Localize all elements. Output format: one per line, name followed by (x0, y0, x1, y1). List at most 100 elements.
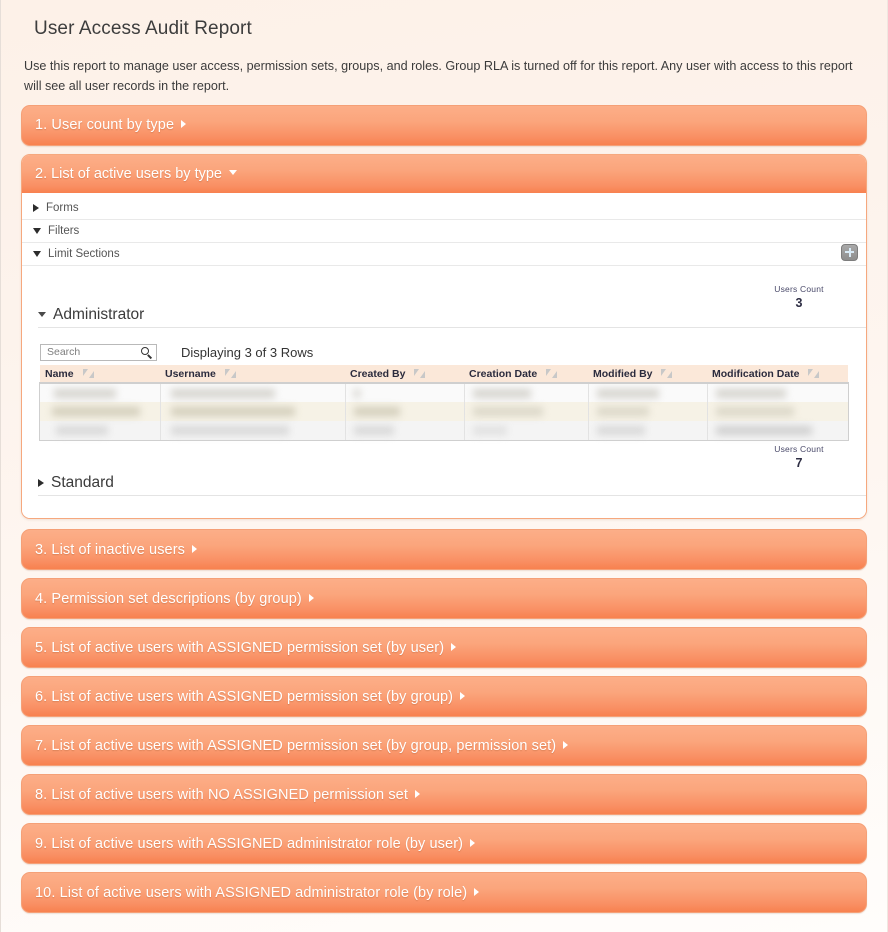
chevron-right-icon (308, 593, 314, 602)
section-label-9: 9. List of active users with ASSIGNED ad… (35, 835, 464, 852)
panel-spacer (22, 496, 866, 518)
accordion-row-limit-sections[interactable]: Limit Sections (22, 243, 866, 266)
table-cell-redacted (40, 402, 161, 422)
table-cell-redacted (464, 421, 589, 441)
section-bar-7[interactable]: 7. List of active users with ASSIGNED pe… (21, 725, 867, 767)
table-cell-redacted (588, 402, 708, 422)
section-bar-4[interactable]: 4. Permission set descriptions (by group… (21, 578, 867, 620)
section-label-4: 4. Permission set descriptions (by group… (35, 590, 302, 607)
column-header-label: Creation Date (469, 367, 538, 380)
table-cell-redacted (40, 421, 161, 441)
section-label-7: 7. List of active users with ASSIGNED pe… (35, 737, 557, 754)
table-cell-redacted (707, 402, 848, 422)
table-cell-redacted (345, 383, 465, 403)
table-cell-redacted (707, 383, 848, 403)
sort-icon[interactable] (82, 368, 94, 378)
group-standard-spacer: Users Count 7 (22, 440, 866, 474)
column-header-modification-date[interactable]: Modification Date (707, 364, 848, 384)
section-bar-10[interactable]: 10. List of active users with ASSIGNED a… (21, 872, 867, 914)
accordion-row-forms[interactable]: Forms (22, 197, 866, 220)
sort-icon[interactable] (224, 368, 236, 378)
table-row[interactable] (40, 383, 848, 403)
users-count-value: 3 (795, 295, 803, 310)
add-button[interactable] (841, 243, 858, 261)
chevron-right-icon (474, 887, 480, 896)
column-header-label: Modification Date (712, 367, 800, 380)
table-row[interactable] (40, 402, 848, 422)
column-header-modified-by[interactable]: Modified By (588, 364, 707, 384)
section-panel-2: 2. List of active users by type Forms Fi… (21, 153, 867, 520)
table-body (39, 382, 849, 442)
section-label-10: 10. List of active users with ASSIGNED a… (35, 884, 468, 901)
group-name-standard: Standard (51, 474, 114, 492)
users-count-label: Users Count (774, 444, 824, 455)
chevron-right-icon (192, 544, 197, 553)
section-bar-6[interactable]: 6. List of active users with ASSIGNED pe… (21, 676, 867, 718)
sort-icon[interactable] (414, 368, 426, 378)
chevron-down-icon (228, 170, 237, 176)
group-standard: Users Count 7 Standard (22, 440, 866, 518)
column-header-creation-date[interactable]: Creation Date (464, 364, 588, 384)
search-box[interactable] (40, 343, 157, 361)
section-label-5: 5. List of active users with ASSIGNED pe… (35, 639, 445, 656)
group-name-administrator: Administrator (53, 305, 145, 323)
section-bar-1[interactable]: 1. User count by type (21, 104, 867, 146)
table-cell-redacted (464, 383, 589, 403)
table-cell-redacted (160, 383, 346, 403)
table-cell-redacted (588, 383, 708, 403)
accordion-label-limit-sections: Limit Sections (48, 247, 120, 260)
triangle-down-icon (33, 227, 41, 234)
report-description: Use this report to manage user access, p… (24, 59, 853, 94)
table-row[interactable] (40, 421, 848, 441)
users-count-label: Users Count (774, 283, 824, 294)
table-cell-redacted (588, 421, 708, 441)
chevron-right-icon (181, 120, 187, 129)
table-cell-redacted (40, 383, 161, 403)
table-header-row: Name Username Created By Creation Date M… (40, 364, 848, 384)
triangle-down-icon (38, 312, 46, 318)
column-header-username[interactable]: Username (160, 364, 345, 384)
sort-icon[interactable] (808, 368, 820, 378)
table-cell-redacted (707, 421, 848, 441)
sort-icon[interactable] (546, 368, 558, 378)
table-cell-redacted (345, 421, 465, 441)
section-label-1: 1. User count by type (35, 117, 175, 134)
chevron-right-icon (563, 740, 569, 749)
column-header-name[interactable]: Name (40, 364, 160, 384)
users-count-standard: Users Count 7 (758, 444, 840, 470)
section-bar-9[interactable]: 9. List of active users with ASSIGNED ad… (21, 823, 867, 865)
table-cell-redacted (160, 421, 346, 441)
table-cell-redacted (464, 402, 589, 422)
chevron-right-icon (451, 642, 457, 651)
triangle-down-icon (33, 250, 41, 257)
triangle-right-icon (38, 479, 44, 488)
accordion-label-filters: Filters (48, 224, 80, 237)
section-bar-8[interactable]: 8. List of active users with NO ASSIGNED… (21, 774, 867, 816)
accordion-row-filters[interactable]: Filters (22, 220, 866, 243)
section-panel-2-body: Forms Filters Limit Sections Users Count… (22, 196, 866, 519)
group-header-standard[interactable]: Standard (38, 474, 866, 497)
report-page: User Access Audit Report Use this report… (0, 0, 888, 932)
page-title: User Access Audit Report (34, 18, 252, 39)
section-bar-3[interactable]: 3. List of inactive users (21, 529, 867, 571)
column-header-created-by[interactable]: Created By (345, 364, 464, 384)
search-input[interactable] (45, 345, 137, 360)
panel-spacer (22, 266, 866, 306)
section-bar-5[interactable]: 5. List of active users with ASSIGNED pe… (21, 627, 867, 669)
sort-icon[interactable] (661, 368, 673, 378)
section-bar-2[interactable]: 2. List of active users by type (22, 154, 866, 193)
column-header-label: Name (45, 367, 74, 380)
table-cell-redacted (345, 402, 465, 422)
table-toolbar: Displaying 3 of 3 Rows (40, 343, 866, 361)
column-header-label: Created By (350, 367, 406, 380)
table-cell-redacted (160, 402, 346, 422)
chevron-right-icon (460, 691, 466, 700)
displaying-rows-text: Displaying 3 of 3 Rows (181, 344, 314, 360)
users-count-value: 7 (795, 456, 803, 471)
accordion-label-forms: Forms (46, 201, 79, 214)
column-header-label: Username (165, 367, 216, 380)
group-header-administrator[interactable]: Administrator (38, 306, 866, 328)
column-header-label: Modified By (593, 367, 653, 380)
chevron-right-icon (470, 838, 476, 847)
search-icon[interactable] (141, 346, 152, 359)
